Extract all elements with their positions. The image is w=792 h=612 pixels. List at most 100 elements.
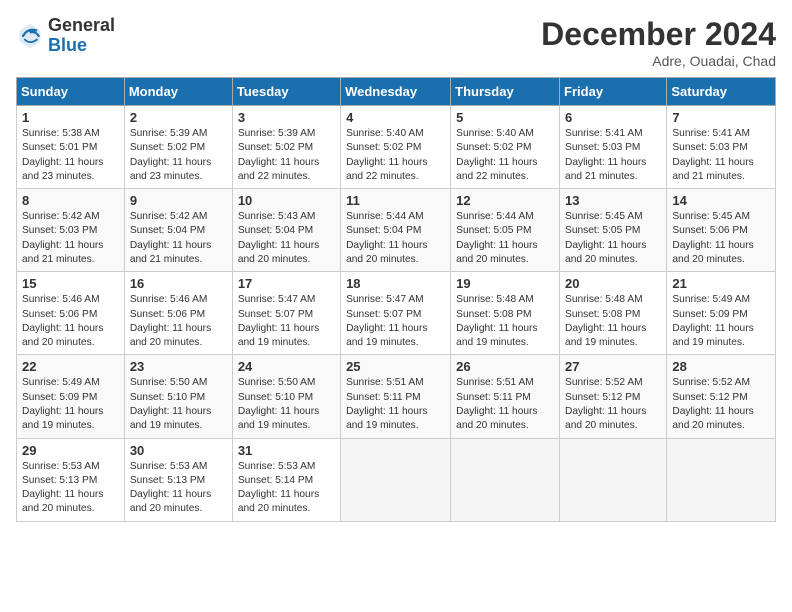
calendar-day-cell: 11Sunrise: 5:44 AM Sunset: 5:04 PM Dayli… <box>341 189 451 272</box>
day-info: Sunrise: 5:40 AM Sunset: 5:02 PM Dayligh… <box>456 127 554 184</box>
calendar-body: 1 Sunrise: 5:38 AM Sunset: 5:01 PM Daylig… <box>17 106 776 522</box>
calendar-day-cell <box>341 438 451 521</box>
day-info: Sunrise: 5:39 AM Sunset: 5:02 PM Dayligh… <box>238 127 335 184</box>
calendar-day-cell: 15 Sunrise: 5:46 AM Sunset: 5:06 PM Dayli… <box>17 272 125 355</box>
day-info: Sunrise: 5:51 AM Sunset: 5:11 PM Dayligh… <box>456 376 554 433</box>
day-info: Sunrise: 5:53 AM Sunset: 5:13 PM Dayligh… <box>22 460 119 517</box>
day-number: 19 <box>456 276 554 291</box>
day-number: 18 <box>346 276 445 291</box>
day-info: Sunrise: 5:41 AM Sunset: 5:03 PM Dayligh… <box>672 127 770 184</box>
calendar-day-cell: 26Sunrise: 5:51 AM Sunset: 5:11 PM Dayli… <box>451 355 560 438</box>
day-info: Sunrise: 5:49 AM Sunset: 5:09 PM Dayligh… <box>672 293 770 350</box>
calendar-week-row: 22 Sunrise: 5:49 AM Sunset: 5:09 PM Dayli… <box>17 355 776 438</box>
calendar-day-cell: 18 Sunrise: 5:47 AM Sunset: 5:07 PM Dayli… <box>341 272 451 355</box>
calendar-day-cell: 22 Sunrise: 5:49 AM Sunset: 5:09 PM Dayli… <box>17 355 125 438</box>
day-number: 27 <box>565 359 661 374</box>
calendar-day-cell <box>560 438 667 521</box>
day-info: Sunrise: 5:53 AM Sunset: 5:13 PM Dayligh… <box>130 460 227 517</box>
calendar-day-cell: 1 Sunrise: 5:38 AM Sunset: 5:01 PM Daylig… <box>17 106 125 189</box>
calendar-day-cell: 24 Sunrise: 5:50 AM Sunset: 5:10 PM Dayli… <box>232 355 340 438</box>
calendar-day-cell <box>451 438 560 521</box>
day-info: Sunrise: 5:45 AM Sunset: 5:05 PM Dayligh… <box>565 210 661 267</box>
logo-text: General Blue <box>48 16 115 56</box>
day-number: 4 <box>346 110 445 125</box>
day-number: 9 <box>130 193 227 208</box>
day-of-week-row: SundayMondayTuesdayWednesdayThursdayFrid… <box>17 78 776 106</box>
day-number: 28 <box>672 359 770 374</box>
calendar-day-cell: 23 Sunrise: 5:50 AM Sunset: 5:10 PM Dayli… <box>124 355 232 438</box>
day-info: Sunrise: 5:48 AM Sunset: 5:08 PM Dayligh… <box>456 293 554 350</box>
calendar-day-cell: 5Sunrise: 5:40 AM Sunset: 5:02 PM Daylig… <box>451 106 560 189</box>
day-number: 13 <box>565 193 661 208</box>
day-number: 21 <box>672 276 770 291</box>
day-info: Sunrise: 5:40 AM Sunset: 5:02 PM Dayligh… <box>346 127 445 184</box>
calendar-day-cell <box>667 438 776 521</box>
calendar-day-cell: 13 Sunrise: 5:45 AM Sunset: 5:05 PM Dayli… <box>560 189 667 272</box>
calendar-day-cell: 16Sunrise: 5:46 AM Sunset: 5:06 PM Dayli… <box>124 272 232 355</box>
calendar-day-cell: 17 Sunrise: 5:47 AM Sunset: 5:07 PM Dayli… <box>232 272 340 355</box>
calendar-week-row: 29 Sunrise: 5:53 AM Sunset: 5:13 PM Dayli… <box>17 438 776 521</box>
day-number: 17 <box>238 276 335 291</box>
calendar-day-cell: 12 Sunrise: 5:44 AM Sunset: 5:05 PM Dayli… <box>451 189 560 272</box>
day-number: 25 <box>346 359 445 374</box>
calendar-day-cell: 21 Sunrise: 5:49 AM Sunset: 5:09 PM Dayli… <box>667 272 776 355</box>
day-info: Sunrise: 5:50 AM Sunset: 5:10 PM Dayligh… <box>238 376 335 433</box>
calendar-week-row: 15 Sunrise: 5:46 AM Sunset: 5:06 PM Dayli… <box>17 272 776 355</box>
day-number: 1 <box>22 110 119 125</box>
page-header: General Blue December 2024 Adre, Ouadai,… <box>16 16 776 69</box>
day-number: 24 <box>238 359 335 374</box>
day-number: 3 <box>238 110 335 125</box>
calendar-day-cell: 28 Sunrise: 5:52 AM Sunset: 5:12 PM Dayli… <box>667 355 776 438</box>
day-number: 31 <box>238 443 335 458</box>
title-block: December 2024 Adre, Ouadai, Chad <box>541 16 776 69</box>
day-info: Sunrise: 5:47 AM Sunset: 5:07 PM Dayligh… <box>346 293 445 350</box>
day-info: Sunrise: 5:41 AM Sunset: 5:03 PM Dayligh… <box>565 127 661 184</box>
day-number: 14 <box>672 193 770 208</box>
day-number: 20 <box>565 276 661 291</box>
day-info: Sunrise: 5:46 AM Sunset: 5:06 PM Dayligh… <box>22 293 119 350</box>
calendar-day-cell: 6 Sunrise: 5:41 AM Sunset: 5:03 PM Daylig… <box>560 106 667 189</box>
day-number: 22 <box>22 359 119 374</box>
day-info: Sunrise: 5:48 AM Sunset: 5:08 PM Dayligh… <box>565 293 661 350</box>
calendar-day-cell: 27 Sunrise: 5:52 AM Sunset: 5:12 PM Dayli… <box>560 355 667 438</box>
day-info: Sunrise: 5:43 AM Sunset: 5:04 PM Dayligh… <box>238 210 335 267</box>
day-info: Sunrise: 5:49 AM Sunset: 5:09 PM Dayligh… <box>22 376 119 433</box>
day-of-week-header: Tuesday <box>232 78 340 106</box>
day-of-week-header: Monday <box>124 78 232 106</box>
day-of-week-header: Saturday <box>667 78 776 106</box>
day-number: 12 <box>456 193 554 208</box>
calendar-day-cell: 14 Sunrise: 5:45 AM Sunset: 5:06 PM Dayli… <box>667 189 776 272</box>
day-number: 8 <box>22 193 119 208</box>
day-of-week-header: Sunday <box>17 78 125 106</box>
logo-icon <box>16 22 44 50</box>
day-of-week-header: Thursday <box>451 78 560 106</box>
calendar-day-cell: 8Sunrise: 5:42 AM Sunset: 5:03 PM Daylig… <box>17 189 125 272</box>
day-info: Sunrise: 5:38 AM Sunset: 5:01 PM Dayligh… <box>22 127 119 184</box>
day-number: 11 <box>346 193 445 208</box>
calendar-day-cell: 19 Sunrise: 5:48 AM Sunset: 5:08 PM Dayli… <box>451 272 560 355</box>
day-info: Sunrise: 5:52 AM Sunset: 5:12 PM Dayligh… <box>565 376 661 433</box>
day-number: 15 <box>22 276 119 291</box>
day-info: Sunrise: 5:51 AM Sunset: 5:11 PM Dayligh… <box>346 376 445 433</box>
day-info: Sunrise: 5:52 AM Sunset: 5:12 PM Dayligh… <box>672 376 770 433</box>
day-info: Sunrise: 5:47 AM Sunset: 5:07 PM Dayligh… <box>238 293 335 350</box>
day-number: 10 <box>238 193 335 208</box>
day-number: 6 <box>565 110 661 125</box>
calendar-day-cell: 9Sunrise: 5:42 AM Sunset: 5:04 PM Daylig… <box>124 189 232 272</box>
day-info: Sunrise: 5:45 AM Sunset: 5:06 PM Dayligh… <box>672 210 770 267</box>
calendar-day-cell: 2 Sunrise: 5:39 AM Sunset: 5:02 PM Daylig… <box>124 106 232 189</box>
day-info: Sunrise: 5:53 AM Sunset: 5:14 PM Dayligh… <box>238 460 335 517</box>
calendar-day-cell: 4 Sunrise: 5:40 AM Sunset: 5:02 PM Daylig… <box>341 106 451 189</box>
month-title: December 2024 <box>541 16 776 53</box>
calendar-day-cell: 31 Sunrise: 5:53 AM Sunset: 5:14 PM Dayli… <box>232 438 340 521</box>
day-number: 23 <box>130 359 227 374</box>
day-info: Sunrise: 5:44 AM Sunset: 5:05 PM Dayligh… <box>456 210 554 267</box>
day-number: 2 <box>130 110 227 125</box>
day-number: 29 <box>22 443 119 458</box>
logo: General Blue <box>16 16 115 56</box>
day-info: Sunrise: 5:50 AM Sunset: 5:10 PM Dayligh… <box>130 376 227 433</box>
day-of-week-header: Wednesday <box>341 78 451 106</box>
day-info: Sunrise: 5:39 AM Sunset: 5:02 PM Dayligh… <box>130 127 227 184</box>
calendar-day-cell: 30Sunrise: 5:53 AM Sunset: 5:13 PM Dayli… <box>124 438 232 521</box>
calendar-day-cell: 20 Sunrise: 5:48 AM Sunset: 5:08 PM Dayli… <box>560 272 667 355</box>
